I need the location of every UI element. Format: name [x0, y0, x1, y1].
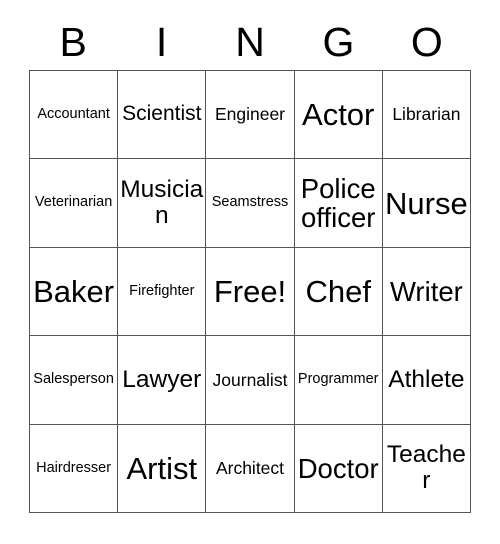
bingo-cell[interactable]: Nurse — [382, 159, 471, 248]
bingo-cell-label: Accountant — [37, 105, 110, 122]
bingo-cell[interactable]: Engineer — [206, 71, 295, 160]
bingo-cell-label: Salesperson — [33, 371, 114, 388]
bingo-cell[interactable]: Police officer — [294, 159, 383, 248]
bingo-cell[interactable]: Veterinarian — [30, 159, 119, 248]
bingo-cell-label: Engineer — [214, 104, 286, 125]
bingo-cell-label: Hairdresser — [36, 459, 112, 476]
bingo-cell[interactable]: Salesperson — [30, 336, 119, 425]
bingo-cell[interactable]: Programmer — [294, 336, 383, 425]
bingo-cell[interactable]: Seamstress — [206, 159, 295, 248]
bingo-header-letter-n: N — [235, 19, 265, 65]
bingo-cell[interactable]: Writer — [382, 247, 471, 337]
bingo-cell-label: Firefighter — [129, 282, 195, 299]
bingo-cell-label: Architect — [215, 457, 285, 478]
bingo-cell[interactable]: Baker — [30, 247, 119, 337]
bingo-cell-label: Writer — [389, 275, 463, 307]
bingo-cell-label: Journalist — [212, 369, 288, 390]
bingo-cell[interactable]: Doctor — [294, 424, 383, 513]
bingo-cell[interactable]: Librarian — [382, 71, 471, 160]
bingo-cell[interactable]: Musician — [118, 159, 207, 248]
bingo-cell-label: Scientist — [122, 102, 202, 126]
bingo-cell[interactable]: Artist — [118, 424, 207, 513]
bingo-cell[interactable]: Athlete — [382, 336, 471, 425]
bingo-cell[interactable]: Architect — [206, 424, 295, 513]
bingo-cell-label: Artist — [126, 450, 198, 486]
bingo-cell[interactable]: Teacher — [382, 424, 471, 513]
bingo-cell-label: Musician — [120, 175, 204, 230]
bingo-cell-label: Actor — [302, 97, 375, 133]
bingo-cell-label: Chef — [305, 273, 371, 309]
bingo-cell-label: Teacher — [386, 441, 466, 495]
bingo-grid: Accountant Scientist Engineer Actor Libraria… — [29, 70, 471, 513]
bingo-cell-label: Athlete — [388, 365, 465, 393]
bingo-cell-label: Nurse — [385, 185, 468, 221]
bingo-header-letter-g: G — [322, 19, 355, 65]
bingo-header-letter-i: I — [155, 19, 168, 65]
bingo-cell[interactable]: Hairdresser — [30, 424, 119, 513]
bingo-cell-label: Librarian — [392, 104, 461, 125]
bingo-cell-free-space[interactable]: Free! — [206, 247, 295, 337]
bingo-cell[interactable]: Scientist — [118, 71, 207, 160]
bingo-cell-label: Lawyer — [122, 365, 202, 393]
bingo-cell-label: Doctor — [297, 452, 379, 484]
bingo-cell-label: Police officer — [300, 172, 376, 234]
bingo-cell[interactable]: Lawyer — [118, 336, 207, 425]
bingo-cell[interactable]: Firefighter — [118, 247, 207, 337]
bingo-cell[interactable]: Journalist — [206, 336, 295, 425]
bingo-header-row: B I N G O — [29, 14, 471, 70]
bingo-cell-label: Seamstress — [211, 194, 289, 211]
bingo-cell-label: Free! — [213, 273, 287, 309]
bingo-cell[interactable]: Accountant — [30, 71, 119, 160]
bingo-card: B I N G O Accountant Scientist Engineer Act… — [0, 0, 500, 544]
bingo-cell-label: Veterinarian — [34, 194, 113, 211]
bingo-header-letter-o: O — [410, 19, 443, 65]
bingo-cell-label: Programmer — [297, 371, 379, 388]
bingo-header-letter-b: B — [59, 19, 87, 65]
bingo-cell-label: Baker — [33, 273, 115, 309]
bingo-cell[interactable]: Chef — [294, 247, 383, 337]
bingo-cell[interactable]: Actor — [294, 71, 383, 160]
